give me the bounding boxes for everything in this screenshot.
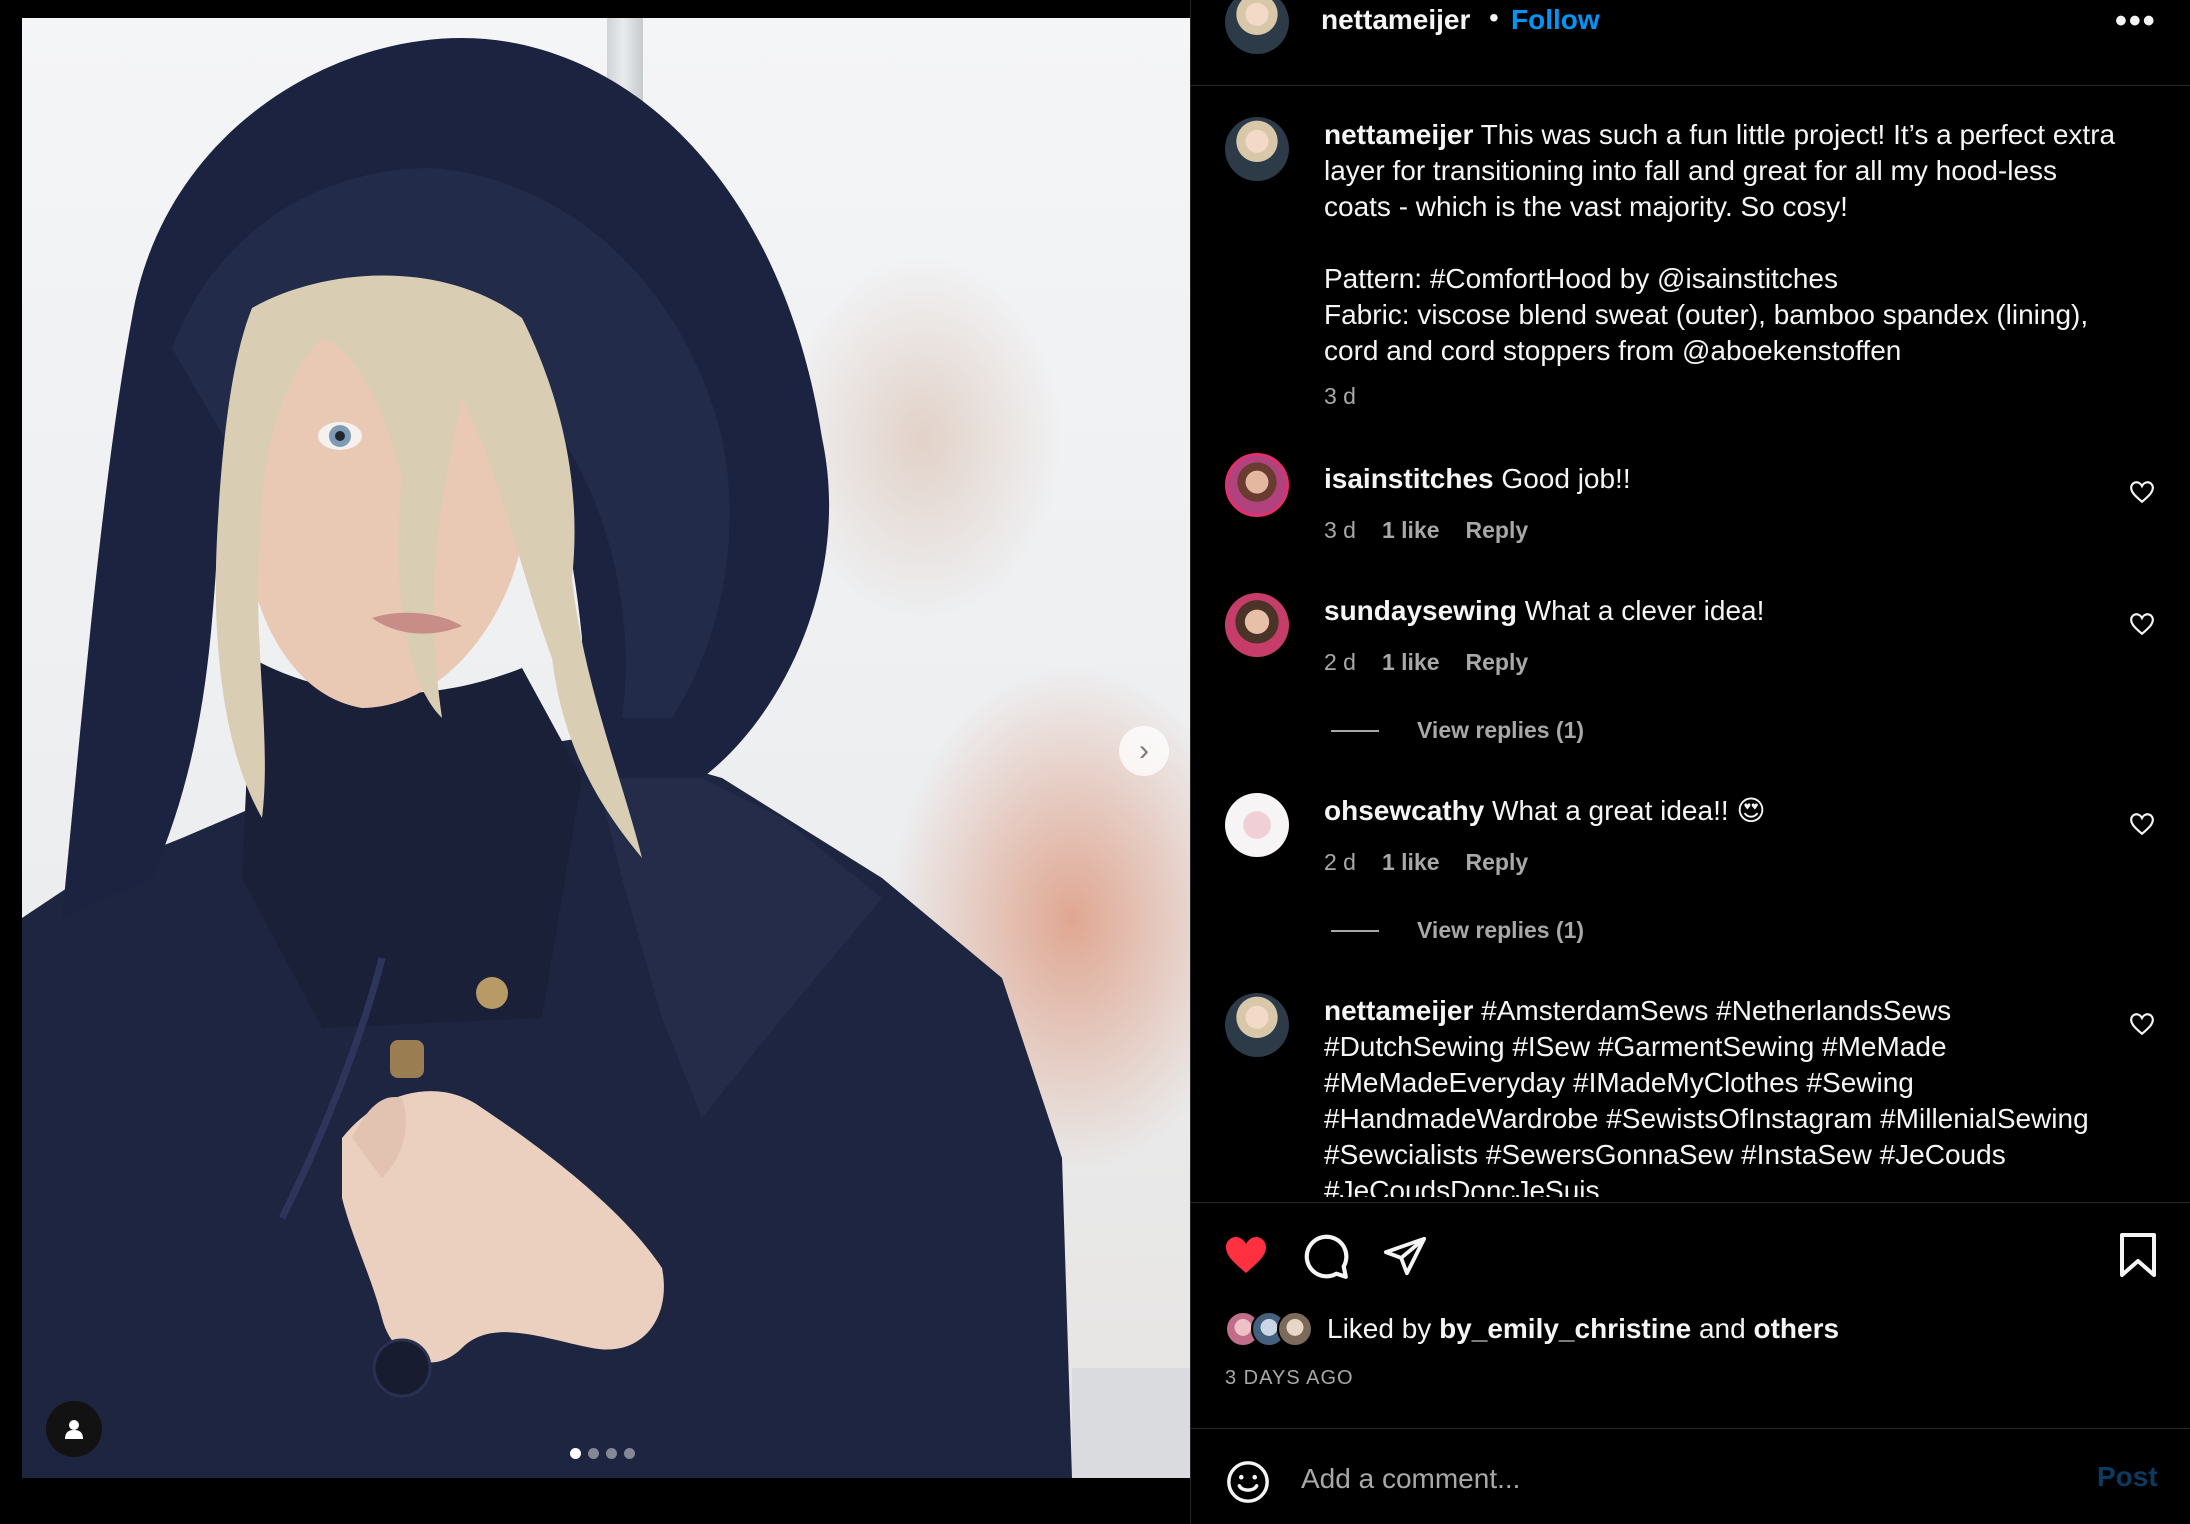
comment-username[interactable]: sundaysewing <box>1324 595 1517 626</box>
view-replies-button[interactable]: View replies (1) <box>1331 717 1584 744</box>
chevron-right-icon: › <box>1139 734 1149 767</box>
follow-button[interactable]: Follow <box>1511 4 1600 36</box>
comment-body: What a great idea!! 😍 <box>1484 795 1766 826</box>
reply-button[interactable]: Reply <box>1466 849 1529 876</box>
bookmark-icon[interactable] <box>2117 1231 2159 1279</box>
comment-meta: 2 d 1 like Reply <box>1324 649 1554 676</box>
carousel-dot <box>570 1448 581 1459</box>
comment-composer: Post <box>1191 1428 2190 1524</box>
view-replies-label: View replies (1) <box>1417 717 1585 743</box>
comment-body: What a clever idea! <box>1516 595 1765 626</box>
view-replies-button[interactable]: View replies (1) <box>1331 917 1584 944</box>
liker-avatar[interactable] <box>1277 1311 1313 1347</box>
liked-by-row: Liked by by_emily_christine and others <box>1225 1311 1839 1347</box>
post-actions: Liked by by_emily_christine and others 3… <box>1191 1202 2190 1428</box>
heart-outline-icon[interactable] <box>2129 611 2155 637</box>
caption-username[interactable]: nettameijer <box>1324 119 1473 150</box>
comment-icon[interactable] <box>1301 1231 1351 1281</box>
comment-username[interactable]: ohsewcathy <box>1324 795 1484 826</box>
replies-line <box>1331 929 1379 932</box>
caption-meta: 3 d <box>1324 383 1382 410</box>
view-replies-label: View replies (1) <box>1417 917 1585 943</box>
user-tag-icon <box>65 1420 83 1439</box>
liked-by-prefix: Liked by <box>1327 1313 1440 1344</box>
emoji-icon[interactable] <box>1225 1459 1271 1505</box>
comment-time: 2 d <box>1324 849 1356 875</box>
caption: nettameijer This was such a fun little p… <box>1324 117 2124 369</box>
comment-body: Good job!! <box>1493 463 1631 494</box>
heart-outline-icon[interactable] <box>2129 811 2155 837</box>
reply-button[interactable]: Reply <box>1466 649 1529 676</box>
post-header: nettameijer • Follow ••• <box>1191 0 2190 86</box>
caption-text: This was such a fun little project! It’s… <box>1324 119 2116 366</box>
liked-by-text: Liked by by_emily_christine and others <box>1327 1313 1839 1345</box>
post-side-panel: nettameijer • Follow ••• nettameijer Thi… <box>1190 0 2190 1524</box>
reply-button[interactable]: Reply <box>1466 517 1529 544</box>
comment-text: sundaysewing What a clever idea! <box>1324 593 2124 629</box>
comment-meta: 2 d 1 like Reply <box>1324 849 1554 876</box>
comments-list[interactable]: nettameijer This was such a fun little p… <box>1191 87 2190 1197</box>
comment-text: isainstitches Good job!! <box>1324 461 2124 497</box>
comment-text: nettameijer #AmsterdamSews #NetherlandsS… <box>1324 993 2124 1197</box>
heart-filled-icon[interactable] <box>1221 1231 1271 1279</box>
post-photo <box>22 38 1072 1478</box>
comment-meta: 3 d 1 like Reply <box>1324 517 1554 544</box>
liked-by-user[interactable]: by_emily_christine <box>1439 1313 1691 1344</box>
user-tags-button[interactable] <box>46 1401 102 1457</box>
replies-line <box>1331 729 1379 732</box>
carousel-dot <box>588 1448 599 1459</box>
comment-likes[interactable]: 1 like <box>1382 849 1440 876</box>
comment-username[interactable]: nettameijer <box>1324 995 1473 1026</box>
commenter-avatar[interactable] <box>1225 593 1289 657</box>
caption-time: 3 d <box>1324 383 1356 409</box>
post-timestamp[interactable]: 3 DAYS AGO <box>1225 1367 1354 1390</box>
comment-likes[interactable]: 1 like <box>1382 649 1440 676</box>
liked-by-others[interactable]: others <box>1753 1313 1839 1344</box>
carousel-dot <box>606 1448 617 1459</box>
comment-input[interactable] <box>1301 1455 2061 1503</box>
comment-likes[interactable]: 1 like <box>1382 517 1440 544</box>
heart-outline-icon[interactable] <box>2129 1011 2155 1037</box>
header-separator: • <box>1489 2 1499 33</box>
comment-time: 3 d <box>1324 517 1356 543</box>
commenter-avatar[interactable] <box>1225 993 1289 1057</box>
commenter-avatar[interactable] <box>1225 793 1289 857</box>
next-image-button[interactable]: › <box>1119 726 1169 776</box>
carousel-dot <box>624 1448 635 1459</box>
comment-text: ohsewcathy What a great idea!! 😍 <box>1324 793 2124 829</box>
author-username[interactable]: nettameijer <box>1321 4 1470 36</box>
more-options-icon[interactable]: ••• <box>2115 2 2157 41</box>
heart-outline-icon[interactable] <box>2129 479 2155 505</box>
post-media[interactable]: › <box>22 18 1190 1478</box>
liked-by-and: and <box>1691 1313 1754 1344</box>
commenter-avatar[interactable] <box>1225 453 1289 517</box>
author-avatar[interactable] <box>1225 0 1289 54</box>
share-icon[interactable] <box>1381 1233 1429 1279</box>
comment-username[interactable]: isainstitches <box>1324 463 1494 494</box>
comment-time: 2 d <box>1324 649 1356 675</box>
post-comment-button[interactable]: Post <box>2097 1461 2158 1493</box>
carousel-indicator <box>570 1448 635 1459</box>
caption-avatar[interactable] <box>1225 117 1289 181</box>
